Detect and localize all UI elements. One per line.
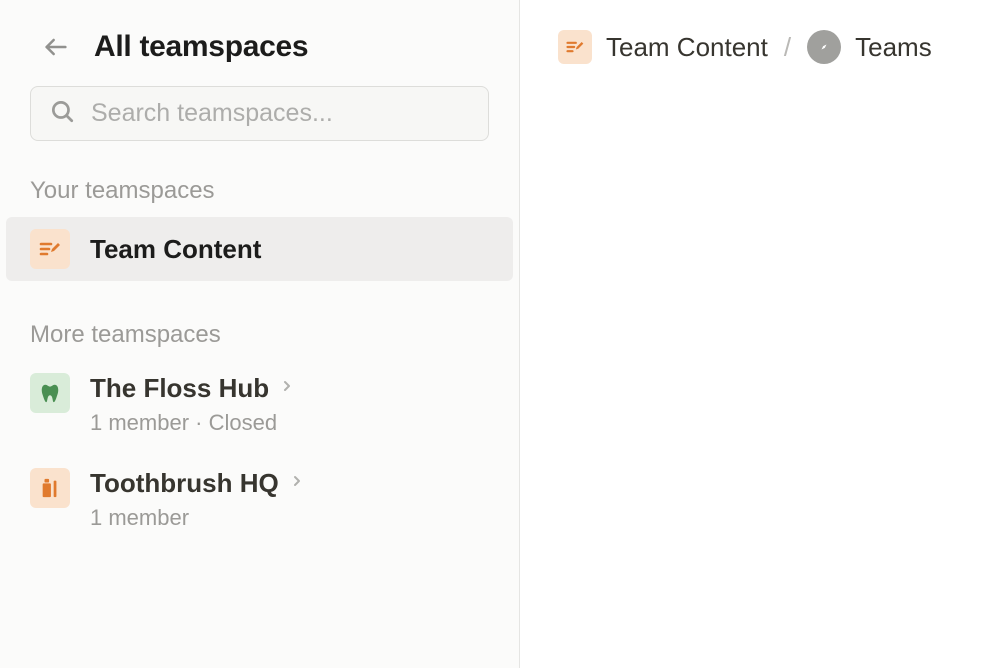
breadcrumb-item-2[interactable]: Teams [855,32,932,63]
more-teamspaces-label: More teamspaces [0,321,519,349]
teamspace-name: Toothbrush HQ [90,468,279,499]
teamspace-name: The Floss Hub [90,373,269,404]
your-teamspaces-label: Your teamspaces [0,177,519,205]
chevron-right-icon [289,473,305,494]
search-container [0,86,519,141]
pencil-icon [558,30,592,64]
more-item-content: Toothbrush HQ 1 member [90,468,305,531]
more-item-header: Toothbrush HQ [90,468,305,499]
teamspace-meta: 1 member · Closed [90,410,295,436]
back-arrow-icon[interactable] [42,33,70,61]
tooth-icon [30,373,70,413]
more-item-header: The Floss Hub [90,373,295,404]
more-item-content: The Floss Hub 1 member · Closed [90,373,295,436]
breadcrumb-item-1[interactable]: Team Content [606,32,768,63]
breadcrumb: Team Content / Teams [558,30,994,64]
teamspace-meta: 1 member [90,505,305,531]
sidebar-header: All teamspaces [0,30,519,86]
chevron-right-icon [279,378,295,399]
search-box[interactable] [30,86,489,141]
compass-icon [807,30,841,64]
search-input[interactable] [91,99,470,128]
sidebar-title: All teamspaces [94,30,308,64]
main-area: Team Content / Teams [520,0,994,668]
breadcrumb-separator: / [782,32,793,63]
pencil-icon [30,229,70,269]
search-icon [49,98,75,129]
bottle-icon [30,468,70,508]
teamspace-item-toothbrush-hq[interactable]: Toothbrush HQ 1 member [0,456,519,551]
teamspace-name: Team Content [90,234,261,265]
teamspace-item-floss-hub[interactable]: The Floss Hub 1 member · Closed [0,361,519,456]
your-teamspaces-section: Your teamspaces Team Content [0,177,519,281]
sidebar: All teamspaces Your teamspaces [0,0,520,668]
more-teamspaces-section: More teamspaces The Floss Hub 1 member ·… [0,321,519,551]
teamspace-item-team-content[interactable]: Team Content [6,217,513,281]
